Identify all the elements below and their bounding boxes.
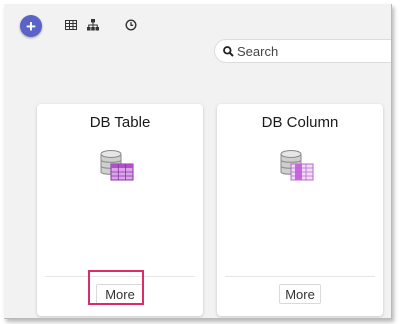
card-db-column: DB Column More	[217, 104, 383, 316]
add-button-label: +	[26, 16, 36, 36]
more-button[interactable]: More	[279, 284, 321, 304]
search-box[interactable]	[214, 39, 391, 63]
app-window: + DB Table	[4, 4, 392, 319]
history-icon[interactable]	[125, 19, 137, 31]
highlight-box	[88, 270, 144, 305]
hierarchy-view-icon[interactable]	[87, 19, 99, 31]
card-title: DB Column	[261, 114, 339, 131]
db-table-icon	[100, 150, 134, 181]
table-view-icon[interactable]	[65, 20, 77, 30]
card-title: DB Table	[89, 114, 151, 131]
add-button[interactable]: +	[20, 15, 42, 37]
db-column-icon	[280, 150, 314, 181]
card-divider	[225, 276, 375, 277]
search-icon	[223, 46, 234, 57]
search-input[interactable]	[237, 42, 387, 60]
